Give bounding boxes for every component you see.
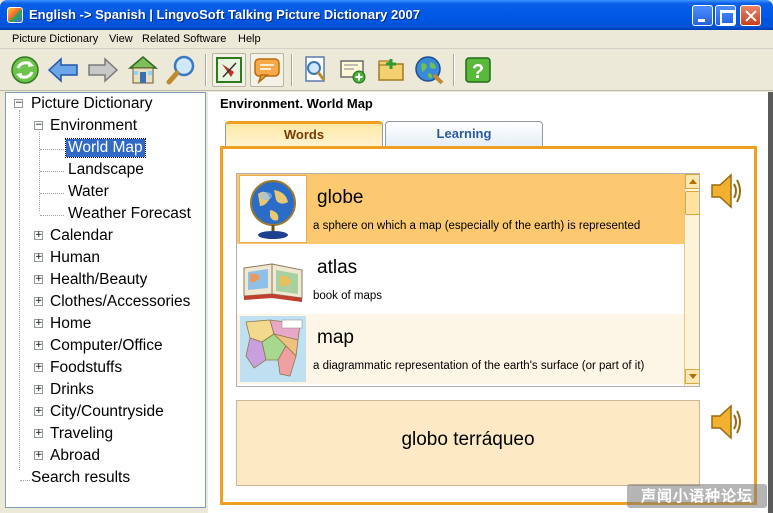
breadcrumb: Environment. World Map xyxy=(220,96,373,111)
expand-icon[interactable]: + xyxy=(34,231,43,240)
collapse-icon[interactable]: − xyxy=(14,99,23,108)
help-icon[interactable]: ? xyxy=(461,53,495,87)
expand-icon[interactable]: + xyxy=(34,429,43,438)
tree-item-clothes-accessories[interactable]: Clothes/Accessories xyxy=(50,293,190,311)
menu-view[interactable]: View xyxy=(109,33,133,45)
content-panel: Environment. World Map Words Learning gl… xyxy=(208,92,773,513)
globe-image xyxy=(239,175,307,243)
close-button[interactable] xyxy=(740,5,761,26)
expand-icon[interactable]: + xyxy=(34,275,43,284)
expand-icon[interactable]: + xyxy=(34,297,43,306)
speaker-icon[interactable] xyxy=(709,171,743,211)
toolbar-separator xyxy=(205,54,207,86)
speaker-icon[interactable] xyxy=(709,402,743,442)
web-globe-icon[interactable] xyxy=(412,53,446,87)
expand-icon[interactable]: + xyxy=(34,363,43,372)
menu-picture-dictionary[interactable]: Picture Dictionary xyxy=(12,33,98,45)
add-card-icon[interactable] xyxy=(336,53,370,87)
tree-item-health-beauty[interactable]: Health/Beauty xyxy=(50,271,147,289)
add-folder-icon[interactable] xyxy=(374,53,408,87)
home-icon[interactable] xyxy=(126,53,160,87)
tab-words[interactable]: Words xyxy=(225,121,383,146)
tab-learning[interactable]: Learning xyxy=(385,121,543,146)
scroll-down-button[interactable] xyxy=(685,369,699,384)
word-list: globe a sphere on which a map (especiall… xyxy=(236,173,700,387)
expand-icon[interactable]: + xyxy=(34,451,43,460)
tree-item-water[interactable]: Water xyxy=(68,183,109,201)
tree-root-picture-dictionary[interactable]: Picture Dictionary xyxy=(31,95,152,113)
map-image xyxy=(239,315,307,383)
minimize-button[interactable] xyxy=(692,5,713,26)
tree-item-search-results[interactable]: Search results xyxy=(31,469,130,487)
tree-line xyxy=(40,215,64,216)
toolbar-separator xyxy=(291,54,293,86)
expand-icon[interactable]: + xyxy=(34,319,43,328)
chevron-down-icon xyxy=(689,374,697,379)
word-definition: book of maps xyxy=(313,290,383,302)
word-row-globe[interactable]: globe a sphere on which a map (especiall… xyxy=(237,174,684,244)
tree-item-traveling[interactable]: Traveling xyxy=(50,425,113,443)
toolbar-separator xyxy=(453,54,455,86)
word-row-map[interactable]: map a diagrammatic representation of the… xyxy=(237,314,684,384)
tree-item-home[interactable]: Home xyxy=(50,315,91,333)
tree-line xyxy=(19,110,20,470)
tree-item-environment[interactable]: Environment xyxy=(50,117,137,135)
title-bar[interactable]: English -> Spanish | LingvoSoft Talking … xyxy=(0,0,773,30)
words-tab-panel: globe a sphere on which a map (especiall… xyxy=(220,146,757,505)
app-icon xyxy=(7,7,23,23)
word-title: map xyxy=(317,327,354,348)
tree-line xyxy=(40,193,64,194)
translation-box: globo terráqueo xyxy=(236,400,700,486)
tree-item-city-countryside[interactable]: City/Countryside xyxy=(50,403,164,421)
expand-icon[interactable]: + xyxy=(34,341,43,350)
tree-item-computer-office[interactable]: Computer/Office xyxy=(50,337,163,355)
menu-bar: Picture Dictionary View Related Software… xyxy=(0,30,773,49)
word-definition: a diagrammatic representation of the ear… xyxy=(313,360,645,372)
search-icon[interactable] xyxy=(164,53,198,87)
tree-item-human[interactable]: Human xyxy=(50,249,100,267)
svg-text:?: ? xyxy=(472,61,484,83)
refresh-icon[interactable] xyxy=(8,53,42,87)
window-edge xyxy=(768,92,773,513)
collapse-icon[interactable]: − xyxy=(34,121,43,130)
app-window: English -> Spanish | LingvoSoft Talking … xyxy=(0,0,773,513)
tree-line xyxy=(20,480,30,481)
tree-line xyxy=(40,149,64,150)
tree-item-world-map[interactable]: World Map xyxy=(65,138,146,158)
window-title: English -> Spanish | LingvoSoft Talking … xyxy=(29,7,420,22)
expand-icon[interactable]: + xyxy=(34,407,43,416)
atlas-image xyxy=(239,245,307,313)
tree-item-landscape[interactable]: Landscape xyxy=(68,161,144,179)
expand-icon[interactable]: + xyxy=(34,253,43,262)
back-arrow-icon[interactable] xyxy=(46,53,80,87)
speech-bubble-icon[interactable] xyxy=(250,53,284,87)
word-definition: a sphere on which a map (especially of t… xyxy=(313,220,641,232)
forward-arrow-icon[interactable] xyxy=(86,53,120,87)
word-row-atlas[interactable]: atlas book of maps xyxy=(237,244,684,314)
tree-item-abroad[interactable]: Abroad xyxy=(50,447,100,465)
tree-line xyxy=(40,171,64,172)
tree-item-weather-forecast[interactable]: Weather Forecast xyxy=(68,205,191,223)
translation-text: globo terráqueo xyxy=(401,429,535,450)
toolbar: ? xyxy=(0,49,773,91)
tree-item-drinks[interactable]: Drinks xyxy=(50,381,94,399)
zoom-page-icon[interactable] xyxy=(298,53,332,87)
chevron-up-icon xyxy=(689,179,697,184)
tree-item-foodstuffs[interactable]: Foodstuffs xyxy=(50,359,122,377)
picture-mode-icon[interactable] xyxy=(212,53,246,87)
scroll-thumb[interactable] xyxy=(685,191,699,215)
watermark-text: 声闻小语种论坛 xyxy=(627,484,767,508)
word-list-scrollbar[interactable] xyxy=(684,174,699,386)
menu-help[interactable]: Help xyxy=(238,33,261,45)
category-tree: − Picture Dictionary − Environment World… xyxy=(5,92,206,508)
word-title: globe xyxy=(317,187,364,208)
expand-icon[interactable]: + xyxy=(34,385,43,394)
tree-item-calendar[interactable]: Calendar xyxy=(50,227,113,245)
word-title: atlas xyxy=(317,257,358,278)
menu-related-software[interactable]: Related Software xyxy=(142,33,226,45)
maximize-button[interactable] xyxy=(715,5,736,26)
scroll-up-button[interactable] xyxy=(685,174,699,189)
